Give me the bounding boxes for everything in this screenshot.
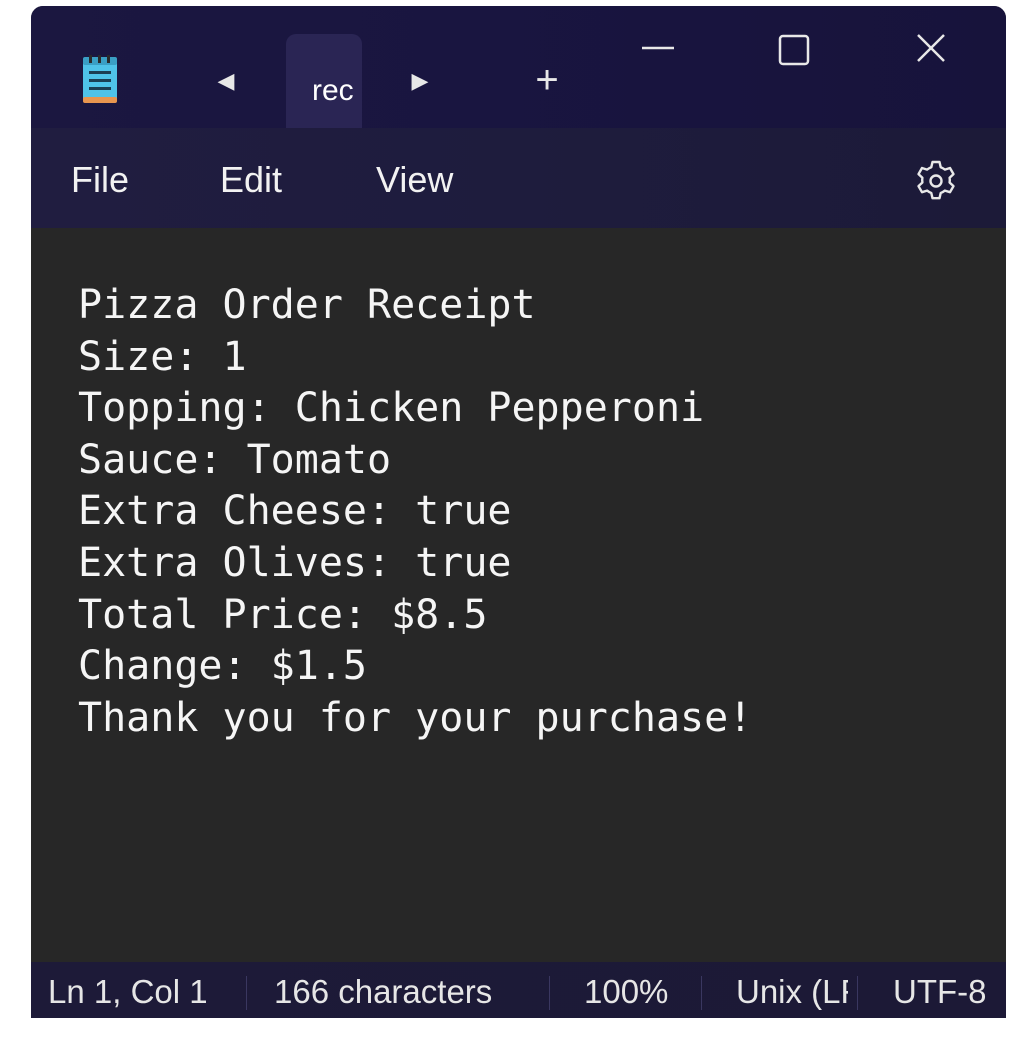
notepad-icon bbox=[83, 55, 117, 103]
tab-label: rec bbox=[312, 74, 354, 107]
editor-line: Extra Cheese: true bbox=[78, 488, 512, 535]
status-divider bbox=[246, 976, 247, 1010]
maximize-icon bbox=[778, 34, 810, 66]
menu-view[interactable]: View bbox=[376, 158, 453, 202]
notepad-window: ◀ rec ▶ + File Edit View Pizza Order Rec… bbox=[31, 6, 1006, 1018]
status-divider bbox=[701, 976, 702, 1010]
cursor-position: Ln 1, Col 1 bbox=[48, 973, 208, 1010]
tab-scroll-left-button[interactable]: ◀ bbox=[214, 66, 238, 96]
encoding[interactable]: UTF-8 bbox=[893, 972, 987, 1012]
status-divider bbox=[549, 976, 550, 1010]
tab-scroll-right-button[interactable]: ▶ bbox=[408, 66, 432, 96]
editor-line: Topping: Chicken Pepperoni bbox=[78, 385, 705, 432]
menu-bar: File Edit View bbox=[31, 128, 1006, 228]
zoom-level[interactable]: 100% bbox=[584, 972, 668, 1012]
maximize-button[interactable] bbox=[762, 20, 826, 80]
close-button[interactable] bbox=[899, 20, 963, 80]
title-bar: ◀ rec ▶ + bbox=[31, 6, 1006, 128]
editor-line: Sauce: Tomato bbox=[78, 436, 392, 483]
editor-line: Thank you for your purchase! bbox=[78, 694, 753, 741]
new-tab-button[interactable]: + bbox=[525, 58, 569, 102]
editor-line: Total Price: $8.5 bbox=[78, 591, 488, 638]
text-editor[interactable]: Pizza Order Receipt Size: 1 Topping: Chick… bbox=[31, 228, 1006, 962]
tab-receipt[interactable]: rec bbox=[286, 34, 362, 128]
settings-button[interactable] bbox=[911, 156, 961, 206]
line-ending[interactable]: Unix (LF) bbox=[736, 972, 848, 1012]
minimize-icon bbox=[642, 46, 674, 50]
editor-line: Change: $1.5 bbox=[78, 643, 367, 690]
status-divider bbox=[857, 976, 858, 1010]
status-bar: Ln 1, Col 1 166 characters 100% Unix (LF… bbox=[31, 962, 1006, 1018]
character-count: 166 characters bbox=[274, 973, 493, 1010]
close-icon bbox=[917, 34, 945, 62]
editor-line: Extra Olives: true bbox=[78, 540, 512, 586]
editor-line: Pizza Order Receipt bbox=[78, 282, 536, 328]
editor-line: Size: 1 bbox=[78, 333, 247, 380]
gear-icon bbox=[917, 160, 955, 200]
minimize-button[interactable] bbox=[626, 20, 690, 80]
menu-edit[interactable]: Edit bbox=[220, 158, 282, 202]
menu-file[interactable]: File bbox=[71, 158, 129, 202]
